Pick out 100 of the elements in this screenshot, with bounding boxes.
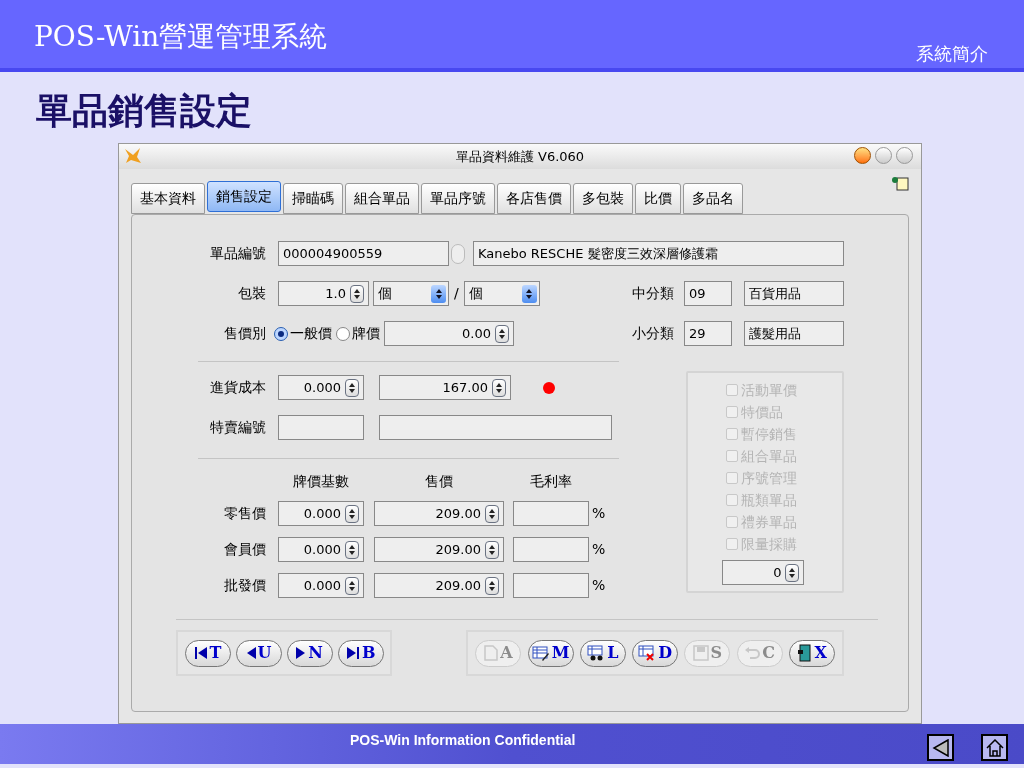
text-field[interactable]: 09 — [684, 281, 732, 306]
percent-sign: % — [592, 576, 606, 595]
field-label: 特賣編號 — [209, 418, 266, 437]
home-button[interactable] — [981, 734, 1008, 761]
play-back-icon — [245, 646, 256, 660]
skip-back-icon — [193, 646, 208, 660]
text-field[interactable]: 0 — [722, 560, 805, 585]
navigation-button[interactable]: U — [235, 639, 282, 667]
action-button[interactable]: X — [788, 639, 835, 667]
spin-button[interactable] — [485, 576, 499, 595]
text-field[interactable] — [278, 415, 364, 440]
up-down-arrows-icon — [495, 381, 503, 394]
action-button[interactable]: M — [527, 639, 574, 667]
text-field[interactable] — [513, 501, 589, 526]
tab[interactable]: 比價 — [635, 183, 681, 214]
home-icon — [985, 738, 1004, 757]
text-field[interactable]: 209.00 — [374, 501, 504, 526]
table-delete-icon — [638, 645, 657, 661]
action-button[interactable]: D — [632, 639, 679, 667]
up-down-arrows-icon — [348, 381, 356, 394]
text-field[interactable] — [513, 573, 589, 598]
text-field[interactable]: 1.0 — [278, 281, 369, 306]
column-header: 售價 — [424, 471, 454, 491]
unit-select[interactable]: 個 — [463, 281, 540, 306]
page-heading: 單品銷售設定 — [36, 89, 252, 131]
undo-icon — [744, 646, 761, 660]
field-label: 批發價 — [223, 576, 266, 595]
skip-forward-icon — [345, 646, 360, 660]
text-field[interactable]: 護髮用品 — [744, 321, 844, 346]
field-label: 會員價 — [223, 540, 266, 559]
text-field[interactable]: 0.000 — [278, 573, 364, 598]
navigation-button[interactable]: N — [286, 639, 333, 667]
table-binoculars-icon — [587, 645, 606, 661]
text-field[interactable]: 167.00 — [379, 375, 511, 400]
door-exit-icon — [796, 644, 813, 662]
field-label: 包裝 — [237, 284, 266, 303]
slide-title: POS-Win營運管理系統 — [34, 19, 328, 55]
field-label: 售價別 — [223, 324, 266, 343]
text-field[interactable]: 0.000 — [278, 501, 364, 526]
triangle-left-icon — [931, 738, 950, 757]
tab[interactable]: 掃瞄碼 — [283, 183, 343, 214]
tab[interactable]: 多包裝 — [573, 183, 633, 214]
spin-button[interactable] — [345, 378, 359, 397]
unit-select[interactable]: 個 — [373, 281, 449, 306]
up-down-arrows-icon — [348, 507, 356, 520]
navigation-button[interactable]: B — [337, 639, 384, 667]
tab[interactable]: 基本資料 — [131, 183, 205, 214]
field-label: 零售價 — [223, 504, 266, 523]
up-down-arrows-icon — [788, 566, 797, 579]
play-icon — [296, 646, 307, 660]
spin-button[interactable] — [485, 540, 499, 559]
percent-sign: % — [592, 540, 606, 559]
spin-button[interactable] — [492, 378, 506, 397]
close-button[interactable] — [854, 147, 871, 164]
window-title: 單品資料維護 V6.060 — [455, 147, 585, 166]
document-icon — [484, 645, 499, 661]
column-header: 毛利率 — [529, 471, 573, 491]
tab[interactable]: 銷售設定 — [207, 181, 281, 212]
text-field[interactable] — [379, 415, 612, 440]
footer-text: POS-Win Information Confidential — [350, 731, 576, 750]
text-field[interactable]: Kanebo RESCHE 髮密度三效深層修護霜 — [473, 241, 844, 266]
separator-text: / — [454, 284, 459, 303]
text-field[interactable]: 000004900559 — [278, 241, 449, 266]
up-down-arrows-icon — [353, 287, 361, 300]
column-header: 牌價基數 — [292, 471, 350, 491]
spin-button[interactable] — [345, 576, 359, 595]
spin-button[interactable] — [350, 284, 364, 303]
radio-option[interactable]: 牌價 — [336, 323, 380, 344]
tab[interactable]: 各店售價 — [497, 183, 571, 214]
text-field[interactable]: 29 — [684, 321, 732, 346]
up-down-arrows-icon — [488, 507, 496, 520]
field-label: 中分類 — [631, 284, 674, 303]
text-field[interactable]: 0.000 — [278, 375, 364, 400]
up-down-arrows-icon — [488, 543, 496, 556]
text-field[interactable] — [513, 537, 589, 562]
spin-button[interactable] — [785, 563, 800, 582]
action-button[interactable]: L — [579, 639, 626, 667]
radio-option[interactable]: 一般價 — [274, 323, 332, 344]
field-label: 進貨成本 — [209, 378, 266, 397]
back-button[interactable] — [927, 734, 954, 761]
tab[interactable]: 多品名 — [683, 183, 743, 214]
spin-button[interactable] — [345, 504, 359, 523]
spin-button[interactable] — [495, 324, 509, 343]
spin-button[interactable] — [485, 504, 499, 523]
table-pencil-icon — [531, 645, 550, 661]
up-down-arrows-icon — [348, 579, 356, 592]
text-field[interactable]: 百貨用品 — [744, 281, 844, 306]
field-label: 小分類 — [631, 324, 674, 343]
up-down-arrows-icon — [498, 327, 506, 340]
spin-button[interactable] — [345, 540, 359, 559]
text-field[interactable]: 0.00 — [384, 321, 514, 346]
text-field[interactable]: 209.00 — [374, 537, 504, 562]
field-label: 單品編號 — [209, 244, 266, 263]
navigation-button[interactable]: T — [184, 639, 231, 667]
text-field[interactable]: 0.000 — [278, 537, 364, 562]
text-field[interactable]: 209.00 — [374, 573, 504, 598]
tab[interactable]: 組合單品 — [345, 183, 419, 214]
up-down-arrows-icon — [488, 579, 496, 592]
tab[interactable]: 單品序號 — [421, 183, 495, 214]
up-down-arrows-icon — [348, 543, 356, 556]
